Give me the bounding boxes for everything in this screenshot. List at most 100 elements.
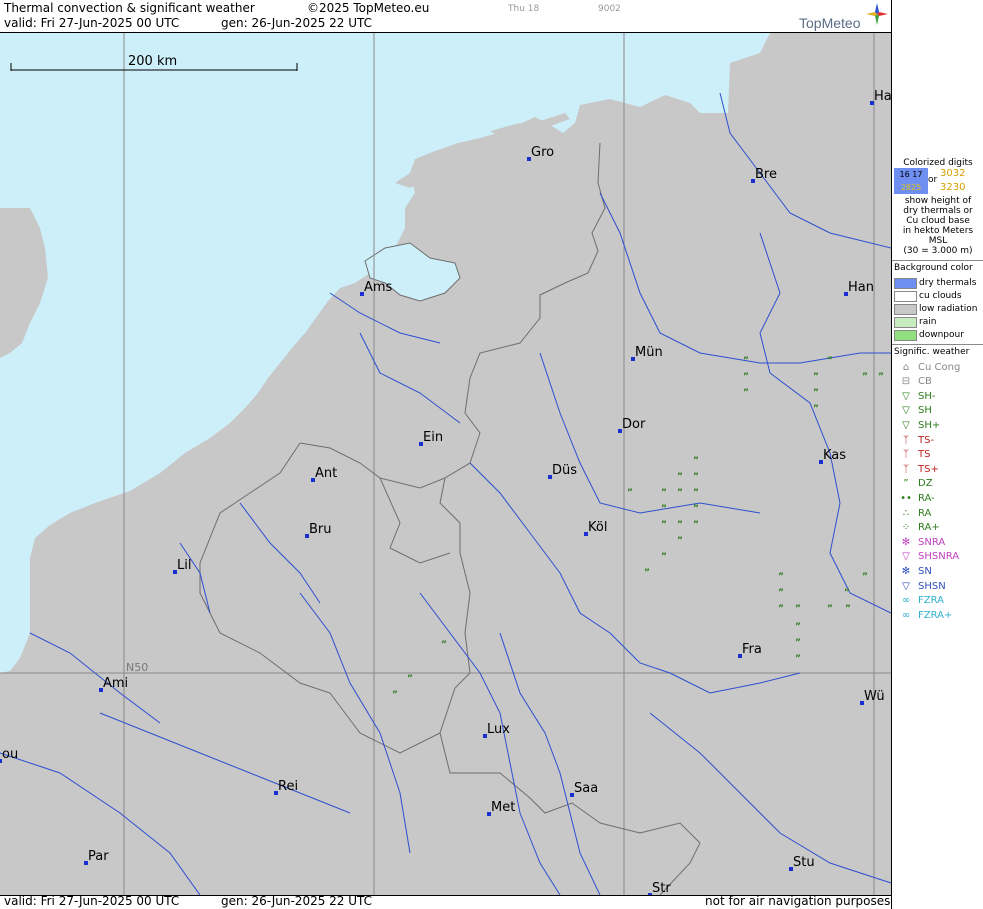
legend-label: DZ xyxy=(918,478,933,490)
latitude-label: N50 xyxy=(126,661,148,674)
legend-weather-item: ᛉ TS xyxy=(894,448,930,462)
color-swatch xyxy=(894,277,917,289)
drizzle-icon: ” xyxy=(813,404,819,414)
code-label: 9002 xyxy=(598,4,621,14)
city-label: Dor xyxy=(622,417,646,432)
legend-bg-item: dry thermals xyxy=(894,277,976,289)
legend-bg-item: rain xyxy=(894,316,936,328)
snow-rain-shower-icon: ▽ xyxy=(902,551,910,563)
weather-map[interactable]: 200 km N50 Ha Gro Bre Ams Han Mün Dor Ein Kas Ant… xyxy=(0,32,891,896)
legend-label: dry thermals xyxy=(919,278,977,288)
shower-icon: ▽ xyxy=(902,405,910,417)
rain-icon: ∴ xyxy=(902,507,910,519)
logo-text: TopMeteo xyxy=(799,15,861,31)
snow-icon: ✻ xyxy=(901,565,911,577)
day-label: Thu 18 xyxy=(508,4,540,14)
drizzle-icon: ” xyxy=(795,604,801,614)
color-swatch xyxy=(894,329,917,341)
legend-label: SHSN xyxy=(918,580,946,592)
drizzle-icon: ” xyxy=(693,520,699,530)
snow-shower-icon: ▽ xyxy=(902,580,910,592)
legend-label: low radiation xyxy=(919,304,978,314)
legend-weather-item: •• RA- xyxy=(894,491,935,505)
drizzle-icon: ” xyxy=(693,456,699,466)
legend-weather-item: ” DZ xyxy=(894,477,933,491)
rain-light-icon: •• xyxy=(900,492,912,504)
legend-label: SH xyxy=(918,405,932,417)
legend-label: FZRA xyxy=(918,595,944,607)
legend-label: CB xyxy=(918,376,932,388)
city-label: Par xyxy=(88,849,109,864)
legend-label: SNRA xyxy=(918,536,946,548)
drizzle-icon: ” xyxy=(878,372,884,382)
legend-label: TS- xyxy=(918,434,935,446)
legend-label: FZRA+ xyxy=(918,609,953,621)
drizzle-icon: ” xyxy=(441,640,447,650)
cb-icon: ⊟ xyxy=(901,376,911,388)
legend-label: SHSNRA xyxy=(918,551,960,563)
drizzle-icon: ” xyxy=(661,552,667,562)
legend-label: Cu Cong xyxy=(918,361,961,373)
legend-weather-item: ✻ SNRA xyxy=(894,535,945,549)
drizzle-icon: ” xyxy=(813,388,819,398)
drizzle-icon: ” xyxy=(813,372,819,382)
drizzle-icon: ” xyxy=(844,588,850,598)
legend-weather-item: ▽ SH xyxy=(894,404,932,418)
drizzle-icon: ” xyxy=(795,638,801,648)
drizzle-icon: ” xyxy=(644,568,650,578)
legend-weather-item: ▽ SH- xyxy=(894,389,935,403)
drizzle-icon: ” xyxy=(903,478,909,490)
drizzle-icon: ” xyxy=(778,588,784,598)
legend-weather-item: ⊟ CB xyxy=(894,375,932,389)
city-label: Gro xyxy=(531,145,554,160)
city-label: Han xyxy=(848,280,874,295)
city-label: Lil xyxy=(177,558,191,573)
shower-heavy-icon: ▽ xyxy=(902,419,910,431)
drizzle-icon: ” xyxy=(661,504,667,514)
significant-weather-title: Signific. weather xyxy=(894,347,970,357)
city-label: Bru xyxy=(309,522,332,537)
city-label: Köl xyxy=(588,520,607,535)
digit-swatch: 16 17 2825 xyxy=(894,168,928,194)
header: Thermal convection & significant weather… xyxy=(0,0,891,32)
legend-label: RA xyxy=(918,507,932,519)
drizzle-icon: ” xyxy=(827,604,833,614)
chart-title: Thermal convection & significant weather xyxy=(4,1,255,15)
city-label: Str xyxy=(652,881,671,895)
snow-rain-icon: ✻ xyxy=(901,536,911,548)
color-swatch xyxy=(894,316,917,328)
compass-icon xyxy=(866,3,888,25)
legend-label: SH+ xyxy=(918,419,941,431)
city-label: Ami xyxy=(103,676,128,691)
legend-weather-item: ✻ SN xyxy=(894,564,932,578)
legend-label: cu clouds xyxy=(919,291,962,301)
valid-time: valid: Fri 27-Jun-2025 00 UTC xyxy=(4,16,180,30)
legend-bg-item: downpour xyxy=(894,329,964,341)
freezing-rain-heavy-icon: ∞ xyxy=(901,609,911,621)
city-label: Kas xyxy=(823,448,846,463)
legend-weather-item: ⌂ Cu Cong xyxy=(894,360,960,374)
legend-label: TS+ xyxy=(918,463,939,475)
drizzle-icon: ” xyxy=(693,472,699,482)
city-label: Ha xyxy=(874,89,891,104)
city-label: Bre xyxy=(755,167,777,182)
city-label: Met xyxy=(491,800,515,815)
cu-cong-icon: ⌂ xyxy=(902,361,910,373)
city-label: ou xyxy=(2,747,18,762)
drizzle-icon: ” xyxy=(661,488,667,498)
footer-disclaimer: not for air navigation purposes xyxy=(705,894,891,908)
thunder-heavy-icon: ᛉ xyxy=(903,463,909,475)
colorized-title: Colorized digits xyxy=(903,158,973,168)
city-label: Stu xyxy=(793,855,815,870)
topmeteo-logo[interactable]: TopMeteo xyxy=(799,2,891,32)
legend-weather-item: ᛉ TS+ xyxy=(894,462,939,476)
legend-weather-item: ⁘ RA+ xyxy=(894,521,940,535)
drizzle-icon: ” xyxy=(827,356,833,366)
drizzle-icon: ” xyxy=(693,488,699,498)
legend-weather-item: ∞ FZRA xyxy=(894,594,944,608)
city-label: Fra xyxy=(742,642,762,657)
rain-heavy-icon: ⁘ xyxy=(901,522,911,534)
drizzle-icon: ” xyxy=(743,356,749,366)
color-swatch xyxy=(894,303,917,315)
drizzle-icon: ” xyxy=(845,604,851,614)
